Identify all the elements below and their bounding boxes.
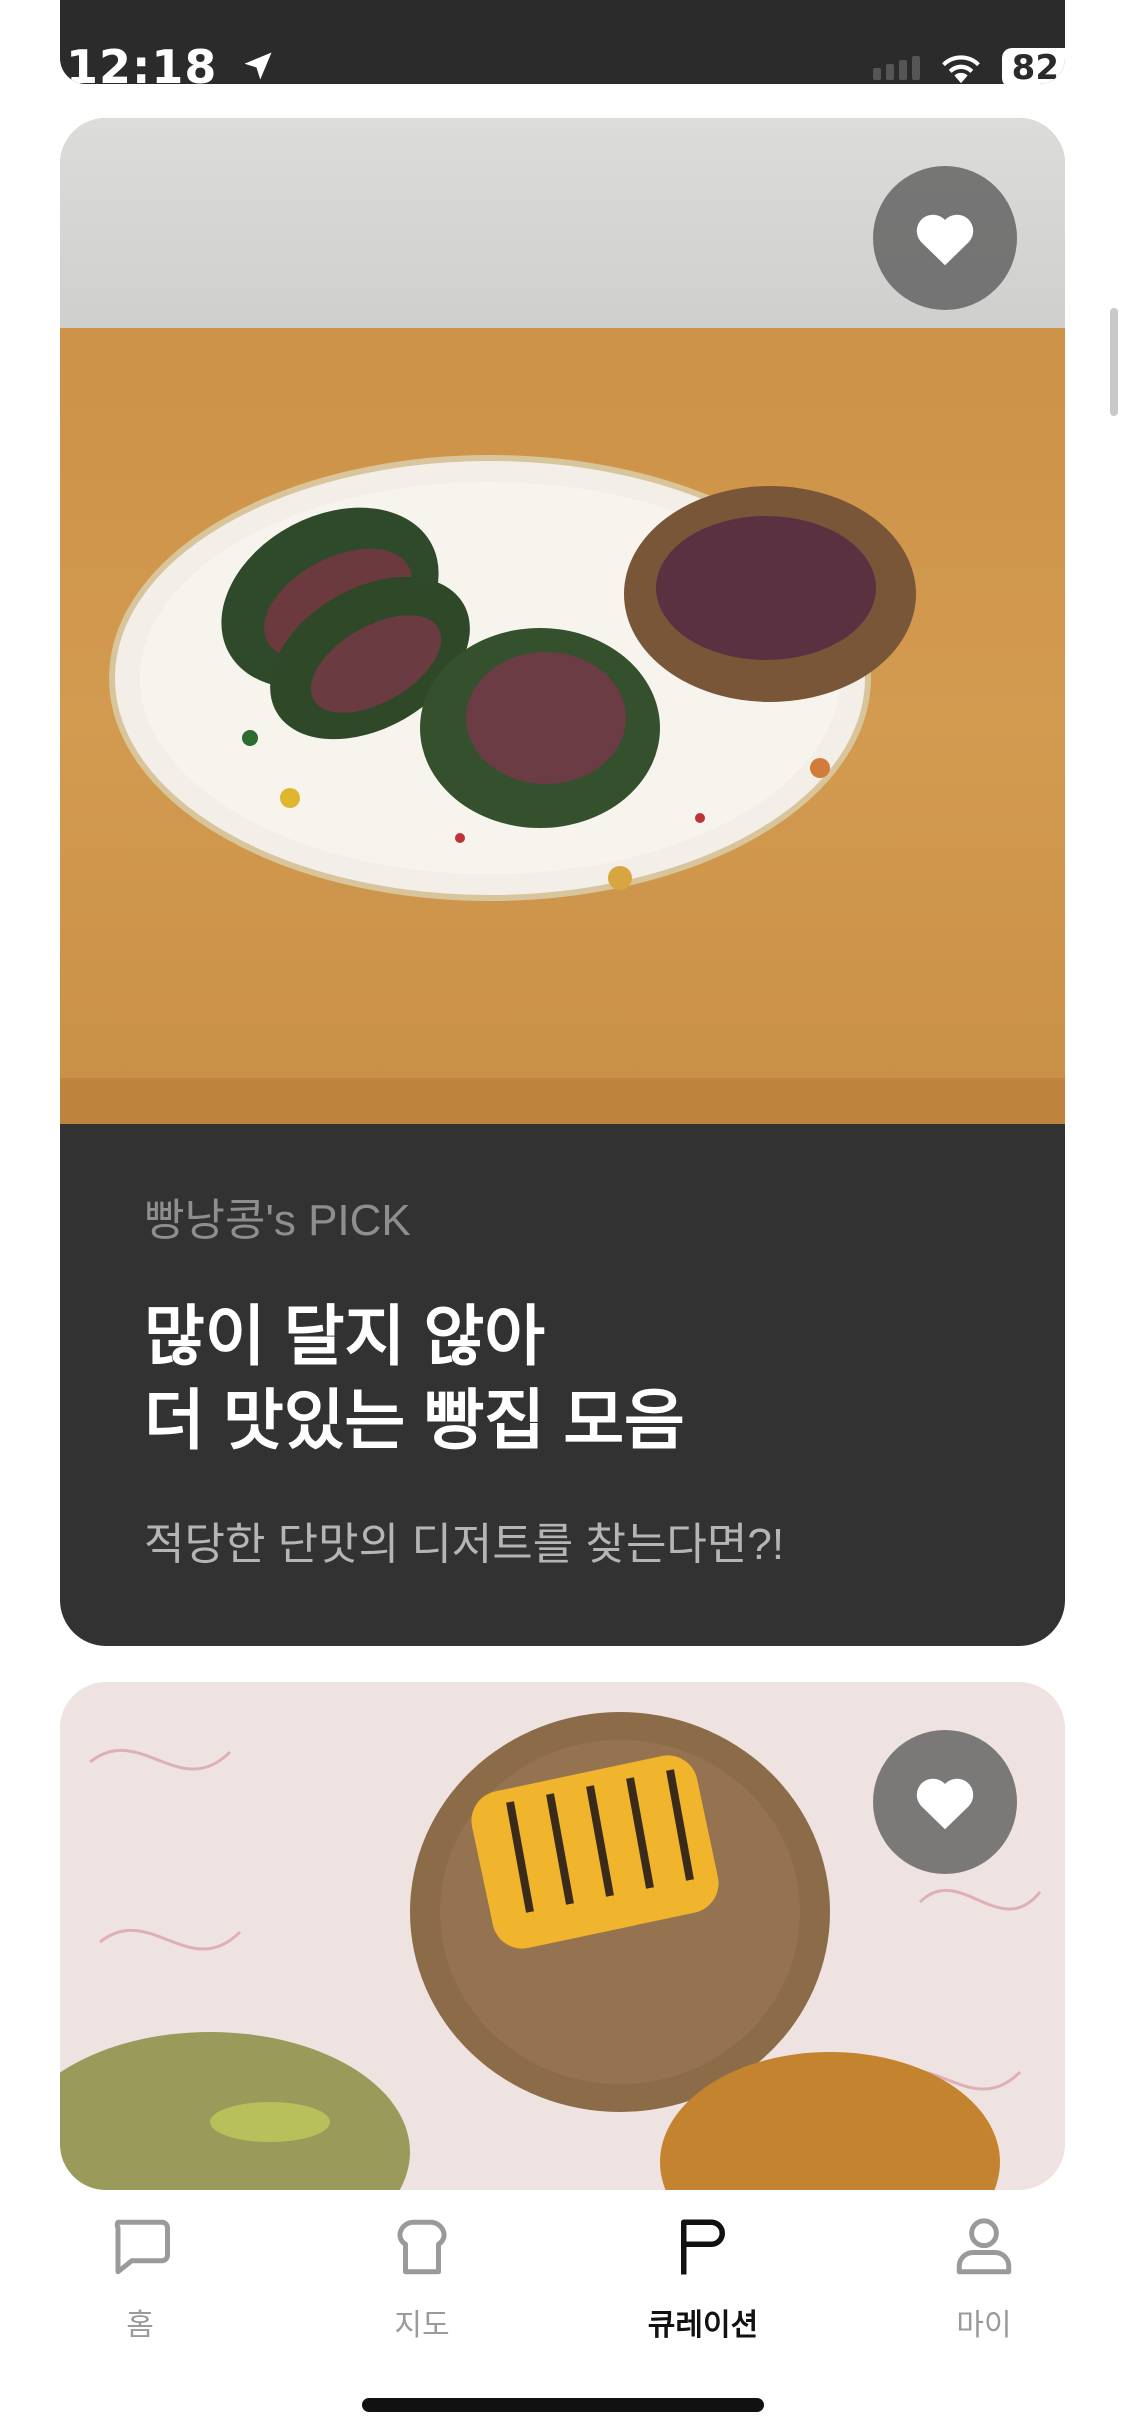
tab-curation[interactable]: 큐레이션 (603, 2214, 803, 2344)
tab-label: 큐레이션 (647, 2309, 759, 2342)
status-time: 12:18 (66, 40, 218, 84)
tab-label: 마이 (956, 2309, 1012, 2342)
tab-my[interactable]: 마이 (884, 2214, 1084, 2344)
flag-icon (681, 2219, 725, 2275)
status-bar: 12:18 82 (60, 0, 1065, 84)
card-subtitle: 적당한 단맛의 디저트를 찾는다면?! (144, 1520, 785, 1569)
favorite-button[interactable] (873, 1730, 1017, 1874)
heart-icon (916, 1778, 974, 1830)
card-info-panel: 빵낭콩's PICK 많이 달지 않아 더 맛있는 빵집 모음 적당한 단맛의 … (60, 1124, 1065, 1646)
tab-label: 홈 (126, 2309, 154, 2342)
curation-card[interactable]: 빵낭콩's PICK 많이 달지 않아 더 맛있는 빵집 모음 적당한 단맛의 … (60, 118, 1065, 1646)
card-label: 빵낭콩's PICK (144, 1196, 411, 1245)
card-title: 많이 달지 않아 더 맛있는 빵집 모음 (144, 1299, 685, 1457)
cellular-signal-icon (872, 56, 920, 80)
battery-indicator: 82 (1001, 48, 1065, 84)
tab-map[interactable]: 지도 (322, 2214, 522, 2344)
wifi-icon (941, 55, 980, 84)
favorite-button[interactable] (873, 166, 1017, 310)
scrollbar[interactable] (1110, 308, 1118, 416)
bread-icon (397, 2219, 447, 2275)
tab-home[interactable]: 홈 (40, 2214, 240, 2344)
heart-icon (916, 214, 974, 266)
home-indicator[interactable] (362, 2398, 764, 2412)
speech-bubble-icon (114, 2219, 170, 2275)
tab-label: 지도 (394, 2309, 450, 2342)
location-arrow-icon (244, 52, 272, 80)
person-icon (956, 2218, 1012, 2275)
curation-card[interactable] (60, 1682, 1065, 2190)
